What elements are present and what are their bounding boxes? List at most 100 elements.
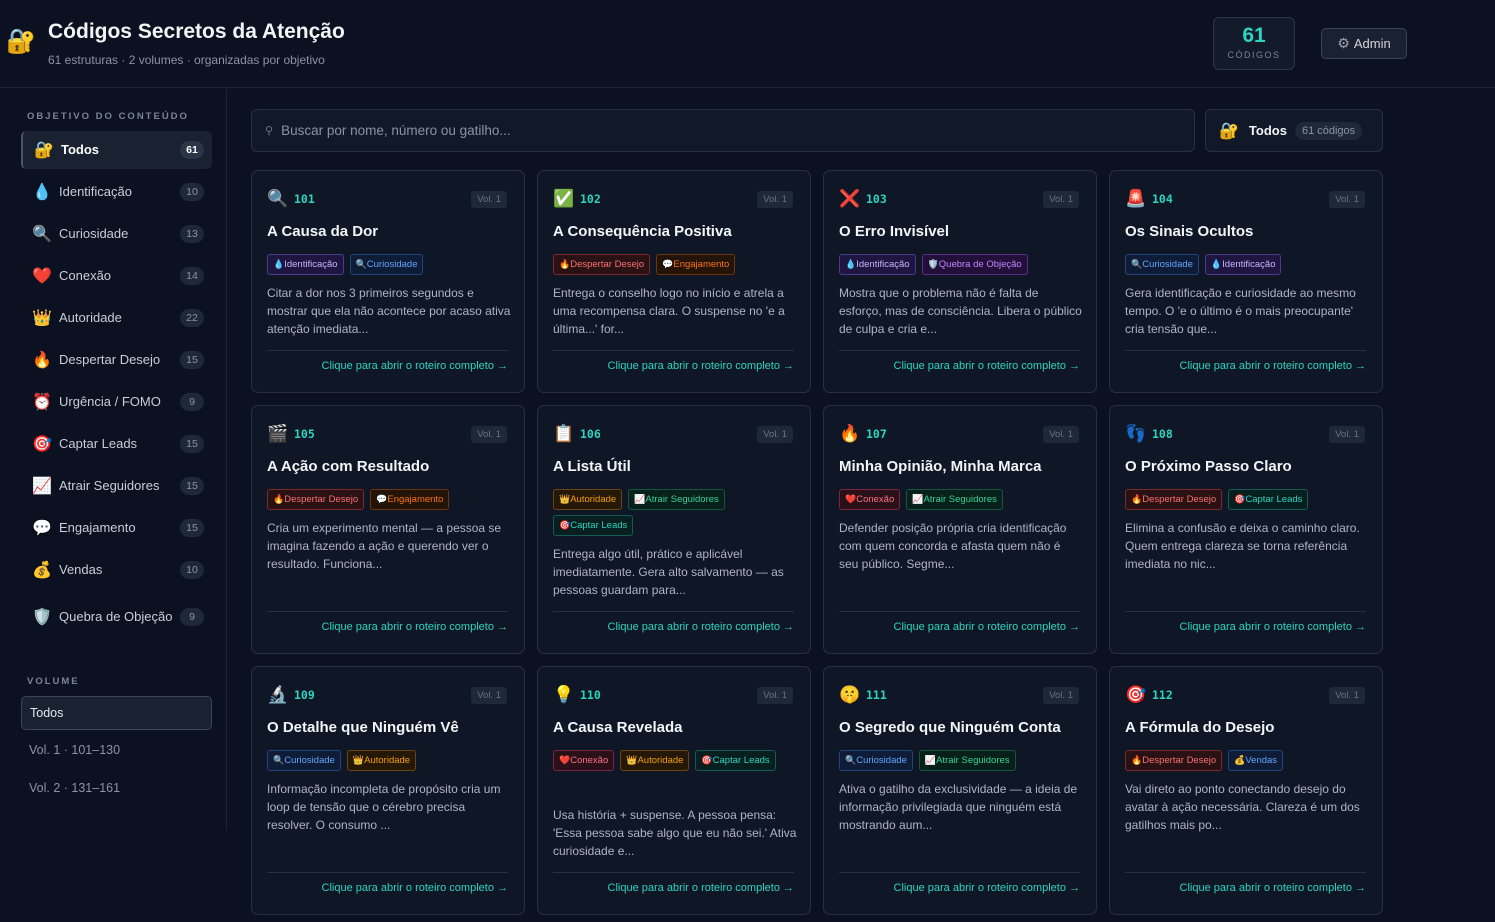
sidebar-item-conexao[interactable]: ❤️ Conexão 14 (21, 257, 212, 295)
sidebar-item-count: 15 (180, 519, 204, 537)
tag-icon: ❤️ (559, 755, 571, 765)
card-volume-badge: Vol. 1 (757, 687, 793, 704)
card-number: 111 (866, 688, 887, 702)
card-number: 107 (866, 427, 887, 441)
card-title: O Detalhe que Ninguém Vê (267, 719, 459, 736)
check-mark-icon: ✅ (553, 189, 575, 208)
sidebar-item-identificacao[interactable]: 💧 Identificação 10 (21, 173, 212, 211)
volume-item-vol-2[interactable]: Vol. 2 · 131–161 (21, 771, 212, 805)
admin-button[interactable]: ⚙ Admin (1321, 28, 1407, 59)
clipboard-icon: 📋 (553, 424, 575, 443)
droplet-icon: 💧 (32, 184, 52, 201)
card-tags: 💧Identificação 🔍Curiosidade (267, 254, 511, 275)
open-script-link[interactable]: Clique para abrir o roteiro completo → (267, 872, 508, 894)
open-script-link[interactable]: Clique para abrir o roteiro completo → (839, 872, 1080, 894)
money-bag-icon: 💰 (32, 562, 52, 579)
card-volume-badge: Vol. 1 (471, 687, 507, 704)
card-description: Mostra que o problema não é falta de esf… (839, 286, 1082, 336)
objective-filter-button[interactable]: 🔐 Todos 61 códigos (1205, 109, 1383, 152)
code-card[interactable]: 🔬 109 Vol. 1 O Detalhe que Ninguém Vê 🔍Curio… (251, 666, 525, 915)
objective-tag: 🔥Despertar Desejo (1125, 489, 1223, 510)
sidebar-item-count: 14 (180, 267, 204, 285)
alarm-clock-icon: ⏰ (32, 394, 52, 411)
code-card[interactable]: 📋 106 Vol. 1A Lista Útil 👑Autoridade 📈Atrair… (537, 405, 811, 654)
tag-label: Engajamento (673, 259, 730, 270)
code-card[interactable]: 🚨 104 Vol. 1 Os Sinais Ocultos 🔍Curiosidade 💧… (1109, 170, 1383, 393)
card-description: Usa história + suspense. A pessoa pensa:… (553, 808, 797, 858)
heart-icon: ❤️ (32, 268, 52, 285)
volume-item-vol-1[interactable]: Vol. 1 · 101–130 (21, 733, 212, 767)
code-card[interactable]: 🤫 111 Vol. 1 O Segredo que Ninguém Conta 🔍Cu… (823, 666, 1097, 915)
app-header: 🔐 Códigos Secretos da Atenção 61 estrutu… (0, 0, 1495, 88)
objective-heading: OBJETIVO DO CONTEÚDO (27, 111, 189, 122)
code-card[interactable]: 💡 110 Vol. 1A Causa Revelada ❤️Conexão 👑Auto… (537, 666, 811, 915)
card-tags: 👑Autoridade 📈Atrair Seguidores 🎯Captar Lea… (553, 489, 797, 536)
card-title: O Segredo que Ninguém Conta (839, 719, 1061, 736)
tag-label: Vendas (1245, 755, 1278, 766)
objective-tag: 🔥Despertar Desejo (267, 489, 365, 510)
card-volume-badge: Vol. 1 (471, 191, 507, 208)
search-input[interactable] (281, 123, 1194, 138)
tag-label: Atrair Seguidores (936, 755, 1010, 766)
tag-icon: 💧 (1210, 259, 1223, 269)
codes-count-label: CÓDIGOS (1227, 50, 1281, 60)
card-title: A Causa da Dor (267, 223, 379, 240)
tag-label: Quebra de Objeção (938, 259, 1022, 270)
search-bar[interactable]: ⚲ (251, 109, 1195, 152)
card-title: O Próximo Passo Claro (1125, 458, 1292, 475)
code-card[interactable]: ❌ 103 Vol. 1 O Erro Invisível 💧Identificação… (823, 170, 1097, 393)
tag-label: Despertar Desejo (284, 494, 359, 505)
open-script-link[interactable]: Clique para abrir o roteiro completo → (839, 611, 1080, 633)
sidebar-item-curiosidade[interactable]: 🔍 Curiosidade 13 (21, 215, 212, 253)
card-tags: 🔥Despertar Desejo 💰Vendas (1125, 750, 1369, 771)
tag-label: Atrair Seguidores (645, 494, 719, 505)
tag-icon: 💧 (273, 259, 285, 269)
open-script-link[interactable]: Clique para abrir o roteiro completo → (553, 611, 794, 633)
volume-item-todos[interactable]: Todos (21, 696, 212, 730)
open-script-link[interactable]: Clique para abrir o roteiro completo → (267, 350, 508, 372)
card-description: Ativa o gatilho da exclusividade — a ide… (839, 782, 1078, 832)
tag-icon: 🎯 (701, 755, 713, 765)
objective-tag: 🔍Curiosidade (349, 254, 424, 275)
tag-icon: 📈 (924, 755, 937, 765)
magnifier-icon: 🔍 (32, 226, 52, 243)
tag-icon: 🔍 (273, 755, 285, 765)
code-card[interactable]: 👣 108 Vol. 1 O Próximo Passo Claro 🔥Desperta… (1109, 405, 1383, 654)
sidebar-item-label: Quebra de Objeção (59, 609, 173, 624)
sidebar-item-despertar-desejo[interactable]: 🔥 Despertar Desejo 15 (21, 341, 212, 379)
code-card[interactable]: 🔥 107 Vol. 1 Minha Opinião, Minha Marca ❤️Co… (823, 405, 1097, 654)
sidebar-item-engajamento[interactable]: 💬 Engajamento 15 (21, 509, 212, 547)
sidebar-item-count: 22 (180, 309, 204, 327)
card-number: 108 (1152, 427, 1173, 441)
card-volume-badge: Vol. 1 (757, 191, 793, 208)
tag-label: Curiosidade (284, 755, 335, 766)
open-script-link[interactable]: Clique para abrir o roteiro completo → (553, 872, 794, 894)
tag-label: Despertar Desejo (570, 259, 645, 270)
card-number: 101 (294, 192, 315, 206)
code-card[interactable]: 🎬 105 Vol. 1 A Ação com Resultado 🔥Despertar… (251, 405, 525, 654)
sidebar-item-autoridade[interactable]: 👑 Autoridade 22 (21, 299, 212, 337)
open-script-link[interactable]: Clique para abrir o roteiro completo → (1125, 611, 1366, 633)
code-card[interactable]: 🔍 101 Vol. 1 A Causa da Dor 💧Identificação 🔍C… (251, 170, 525, 393)
tag-icon: 🔥 (273, 494, 285, 504)
page-title: Códigos Secretos da Atenção (48, 20, 345, 43)
sidebar-item-urgencia-fomo[interactable]: ⏰ Urgência / FOMO 9 (21, 383, 212, 421)
tag-icon: 🔍 (355, 259, 367, 269)
open-script-link[interactable]: Clique para abrir o roteiro completo → (1125, 872, 1366, 894)
sidebar-item-vendas[interactable]: 💰 Vendas 10 (21, 551, 212, 589)
card-number: 103 (866, 192, 887, 206)
code-card[interactable]: 🎯 112 Vol. 1 A Fórmula do Desejo 🔥Despertar … (1109, 666, 1383, 915)
open-script-link[interactable]: Clique para abrir o roteiro completo → (1125, 350, 1366, 372)
sidebar-item-atrair-seguidores[interactable]: 📈 Atrair Seguidores 15 (21, 467, 212, 505)
card-volume-badge: Vol. 1 (757, 426, 793, 443)
sidebar-item-captar-leads[interactable]: 🎯 Captar Leads 15 (21, 425, 212, 463)
open-script-link[interactable]: Clique para abrir o roteiro completo → (553, 350, 794, 372)
objective-tag: 🛡️Quebra de Objeção (921, 254, 1028, 275)
open-script-link[interactable]: Clique para abrir o roteiro completo → (267, 611, 508, 633)
open-script-link[interactable]: Clique para abrir o roteiro completo → (839, 350, 1080, 372)
sidebar-item-quebra-de-objecao[interactable]: 🛡️ Quebra de Objeção 9 (21, 593, 212, 641)
code-card[interactable]: ✅ 102 Vol. 1 A Consequência Positiva 🔥Desper… (537, 170, 811, 393)
tag-label: Despertar Desejo (1142, 755, 1217, 766)
sidebar-item-label: Curiosidade (59, 226, 129, 241)
sidebar-item-todos[interactable]: 🔐 Todos 61 (21, 131, 212, 169)
